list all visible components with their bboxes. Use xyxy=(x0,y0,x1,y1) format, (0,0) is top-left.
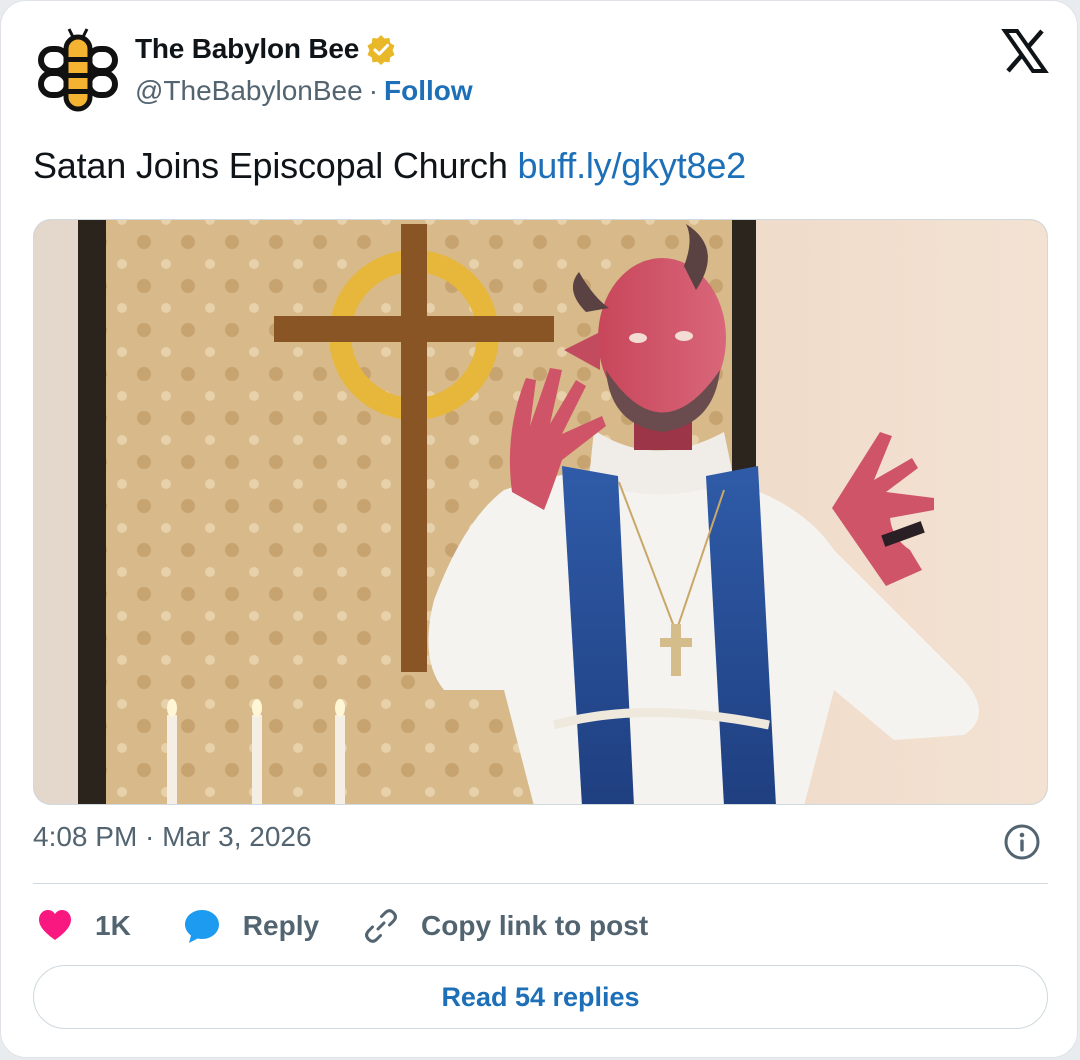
reply-label: Reply xyxy=(242,910,320,941)
follow-button[interactable]: Follow xyxy=(384,75,473,107)
satan-priest-photo xyxy=(34,220,1047,804)
handle-row: @TheBabylonBee · Follow xyxy=(135,75,473,107)
copy-link-button[interactable]: Copy link to post xyxy=(363,908,648,944)
copy-link-label: Copy link to post xyxy=(421,910,649,941)
tweet-header: The Babylon Bee @TheBabylonBee · Follow xyxy=(33,27,1049,123)
name-row: The Babylon Bee xyxy=(135,33,397,65)
tweet-text: Satan Joins Episcopal Church buff.ly/gky… xyxy=(33,145,746,187)
divider xyxy=(33,883,1048,884)
tweet-timestamp[interactable]: 4:08 PM · Mar 3, 2026 xyxy=(33,821,312,853)
handle-separator: · xyxy=(368,75,379,106)
like-count: 1K xyxy=(95,910,131,941)
verified-badge-icon xyxy=(365,33,397,65)
babylon-bee-logo-avatar[interactable] xyxy=(33,27,123,117)
account-handle[interactable]: @TheBabylonBee xyxy=(135,75,363,107)
x-logo-icon[interactable] xyxy=(1001,27,1049,75)
heart-icon xyxy=(39,910,71,940)
tweet-body: Satan Joins Episcopal Church xyxy=(33,145,508,186)
like-button[interactable]: 1K xyxy=(37,908,131,944)
tweet-link[interactable]: buff.ly/gkyt8e2 xyxy=(517,145,746,186)
tweet-media-image[interactable] xyxy=(33,219,1048,805)
read-replies-button[interactable]: Read 54 replies xyxy=(33,965,1048,1029)
display-name[interactable]: The Babylon Bee xyxy=(135,33,359,65)
tweet-embed-card: The Babylon Bee @TheBabylonBee · Follow … xyxy=(0,0,1078,1058)
reply-bubble-icon xyxy=(184,910,219,943)
link-icon xyxy=(365,909,397,943)
reply-button[interactable]: Reply xyxy=(183,907,319,945)
info-icon[interactable] xyxy=(1003,823,1041,861)
bee-logo-icon xyxy=(38,28,118,112)
tweet-actions: 1K Reply Copy link to post xyxy=(37,901,648,951)
